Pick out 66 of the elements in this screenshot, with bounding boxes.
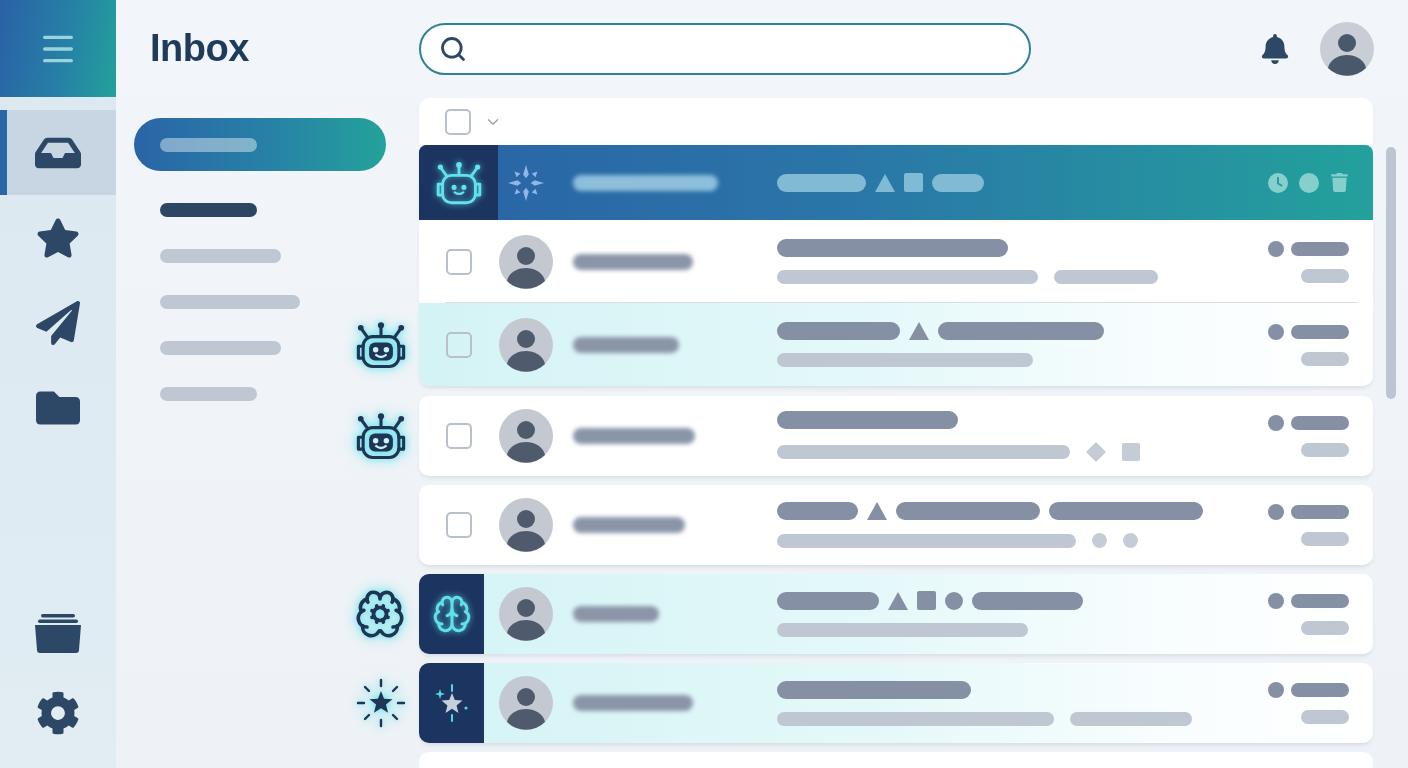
avatar xyxy=(499,409,553,463)
star-icon xyxy=(356,678,406,728)
profile-avatar[interactable] xyxy=(1320,21,1374,76)
dot-icon xyxy=(1268,682,1284,698)
trash-icon[interactable] xyxy=(1330,173,1349,192)
dot-icon xyxy=(1123,533,1138,548)
scrollbar[interactable] xyxy=(1386,147,1396,399)
brain-icon xyxy=(431,594,472,634)
settings-icon xyxy=(36,691,80,735)
archive-icon xyxy=(34,613,82,653)
placeholder-bar xyxy=(1291,241,1349,256)
menu-button[interactable] xyxy=(0,0,116,97)
dot-icon xyxy=(1268,593,1284,609)
placeholder-bar xyxy=(1301,710,1349,724)
dot-icon xyxy=(945,591,963,610)
triangle-icon xyxy=(909,322,929,340)
message-row[interactable] xyxy=(419,574,1373,654)
checkbox[interactable] xyxy=(446,512,472,538)
dot-icon xyxy=(1268,415,1284,431)
checkbox[interactable] xyxy=(445,108,471,135)
nav-item[interactable] xyxy=(0,110,116,195)
dot-icon xyxy=(1268,240,1284,257)
page-title: Inbox xyxy=(150,27,250,70)
avatar xyxy=(499,317,553,372)
triangle-icon xyxy=(867,502,887,520)
message-row[interactable] xyxy=(419,145,1373,220)
clock-icon[interactable] xyxy=(1268,172,1288,193)
square-icon xyxy=(917,591,936,610)
placeholder-bar xyxy=(1291,505,1349,519)
placeholder-bar xyxy=(1301,351,1349,366)
placeholder-bar xyxy=(1301,532,1349,546)
triangle-icon xyxy=(875,173,895,192)
robot-icon xyxy=(435,160,482,205)
brain-icon xyxy=(354,588,406,640)
placeholder-bar xyxy=(1291,683,1349,697)
checkbox[interactable] xyxy=(446,331,472,358)
folder-item[interactable] xyxy=(134,118,386,171)
avatar xyxy=(499,676,553,730)
dot-icon xyxy=(1268,323,1284,340)
placeholder-bar xyxy=(1291,594,1349,608)
square-icon xyxy=(1122,442,1140,461)
placeholder-bar xyxy=(1301,268,1349,283)
placeholder-bar xyxy=(932,173,984,192)
dot-icon xyxy=(1268,504,1284,520)
avatar xyxy=(499,587,553,641)
circle-icon[interactable] xyxy=(1299,172,1319,193)
message-row[interactable] xyxy=(419,663,1373,743)
placeholder-bar xyxy=(1291,416,1349,430)
diamond-icon xyxy=(1086,441,1106,462)
placeholder-bar xyxy=(1301,621,1349,635)
dot-icon xyxy=(1092,533,1107,548)
triangle-icon xyxy=(888,591,908,610)
placeholder-bar xyxy=(1291,324,1349,339)
send-icon xyxy=(36,300,80,345)
avatar xyxy=(499,234,553,289)
folder-item[interactable] xyxy=(160,203,257,217)
search-icon xyxy=(439,34,467,63)
search-field[interactable] xyxy=(419,22,1031,75)
checkbox[interactable] xyxy=(446,423,472,449)
avatar xyxy=(499,498,553,552)
robot-icon xyxy=(356,412,406,460)
robot-icon xyxy=(356,320,406,369)
checkbox[interactable] xyxy=(446,248,472,275)
square-icon xyxy=(904,173,923,192)
bell-icon[interactable] xyxy=(1260,33,1290,64)
placeholder-bar xyxy=(1301,443,1349,457)
